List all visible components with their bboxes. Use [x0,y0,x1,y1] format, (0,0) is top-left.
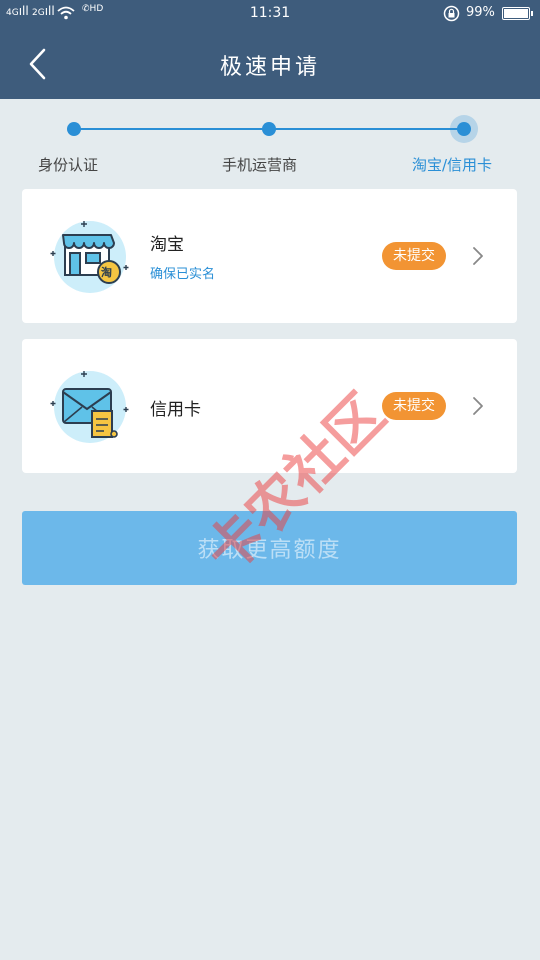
battery-percent: 99% [466,5,495,20]
taobao-icon-badge: 淘 [101,266,112,279]
step-dot-1 [67,122,81,136]
battery-icon [502,7,533,20]
credit-card-envelope-icon [50,367,130,447]
progress-stepper: 身份认证 手机运营商 淘宝/信用卡 [0,99,540,189]
step-label-carrier: 手机运营商 [222,156,298,174]
step-dot-3 [457,122,471,136]
card-title: 淘宝 [150,235,184,255]
nav-bar: 极速申请 [0,28,540,99]
status-badge: 未提交 [382,242,446,270]
step-label-identity: 身份认证 [38,156,99,174]
rotation-lock-icon [443,5,460,22]
chevron-right-icon [473,247,483,265]
status-badge: 未提交 [382,392,446,420]
card-title: 信用卡 [150,400,201,420]
chevron-right-icon [473,397,483,415]
step-dot-2 [262,122,276,136]
card-subtitle: 确保已实名 [150,267,216,282]
status-bar: 4Gıll 2Gıll ✆HD 11:31 99% [0,0,540,28]
step-label-taobao-credit: 淘宝/信用卡 [412,156,493,174]
taobao-card[interactable]: 淘 淘宝 确保已实名 未提交 [22,189,517,323]
taobao-shop-icon: 淘 [50,217,130,297]
page-title: 极速申请 [219,55,320,80]
